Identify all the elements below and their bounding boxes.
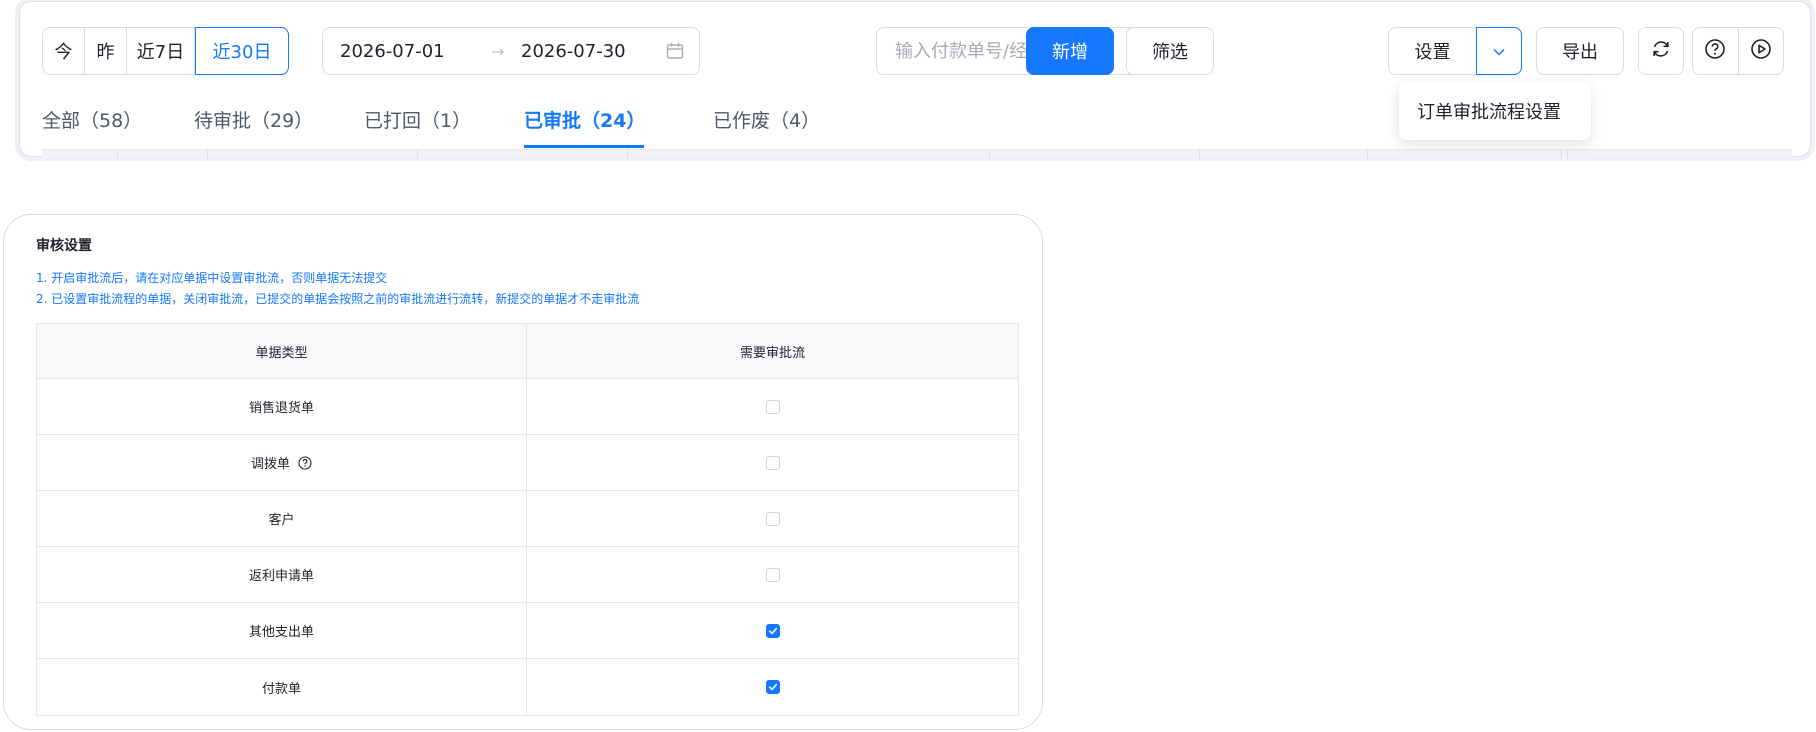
active-tab-indicator xyxy=(524,145,644,148)
settings-dropdown-menu: 订单审批流程设置 xyxy=(1399,82,1591,140)
approval-flow-table: 单据类型 需要审批流 销售退货单 调拨单 客户 返利申请单 其他支出单 付款单 xyxy=(36,323,1019,716)
doc-type-cell-wrap: 调拨单 xyxy=(37,435,527,490)
need-flow-checkbox[interactable] xyxy=(765,567,780,582)
date-end[interactable]: 2026-07-30 xyxy=(521,41,626,62)
doc-type-cell: 其他支出单 xyxy=(37,603,527,658)
doc-type-cell: 返利申请单 xyxy=(37,547,527,602)
col-doc-type-header: 单据类型 xyxy=(37,324,527,378)
doc-type-cell: 付款单 xyxy=(37,659,527,715)
help-video-group xyxy=(1692,27,1784,75)
quick-date-30days-button[interactable]: 近30日 xyxy=(195,27,289,75)
doc-type-cell: 调拨单 xyxy=(250,457,290,472)
audit-note-2: 2. 已设置审批流程的单据，关闭审批流，已提交的单据会按照之前的审批流进行流转，… xyxy=(36,292,640,306)
date-range-picker[interactable]: 2026-07-01 → 2026-07-30 xyxy=(322,27,700,75)
date-arrow-icon: → xyxy=(491,41,505,61)
table-row: 付款单 xyxy=(37,659,1018,715)
table-header-row: 单据类型 需要审批流 xyxy=(37,324,1018,379)
settings-dropdown-toggle[interactable] xyxy=(1476,27,1522,75)
need-flow-checkbox[interactable] xyxy=(765,511,780,526)
tab-pending[interactable]: 待审批（29） xyxy=(194,106,313,133)
toolbar-panel: 今 昨 近7日 近30日 2026-07-01 → 2026-07-30 输入付… xyxy=(19,1,1811,159)
refresh-button[interactable] xyxy=(1638,27,1684,75)
check-icon xyxy=(768,627,777,634)
need-flow-checkbox[interactable] xyxy=(765,399,780,414)
doc-type-cell: 客户 xyxy=(37,491,527,546)
play-circle-icon xyxy=(1750,38,1772,64)
need-flow-checkbox[interactable] xyxy=(765,680,780,694)
settings-button[interactable]: 设置 xyxy=(1388,27,1476,75)
table-row: 销售退货单 xyxy=(37,379,1018,435)
tab-approved[interactable]: 已审批（24） xyxy=(524,106,645,133)
new-button[interactable]: 新增 xyxy=(1026,27,1114,75)
table-row: 调拨单 xyxy=(37,435,1018,491)
audit-settings-title: 审核设置 xyxy=(36,238,92,254)
settings-split-button: 设置 xyxy=(1388,27,1522,75)
audit-settings-card: 审核设置 1. 开启审批流后，请在对应单据中设置审批流，否则单据无法提交 2. … xyxy=(3,214,1043,730)
calendar-icon[interactable] xyxy=(665,41,685,66)
doc-type-cell: 销售退货单 xyxy=(37,379,527,434)
question-circle-icon xyxy=(1704,38,1726,64)
filter-button[interactable]: 筛选 xyxy=(1126,27,1214,75)
quick-date-yesterday-button[interactable]: 昨 xyxy=(85,28,127,74)
audit-note-1: 1. 开启审批流后，请在对应单据中设置审批流，否则单据无法提交 xyxy=(36,271,388,285)
question-circle-icon[interactable] xyxy=(298,455,312,470)
tab-all[interactable]: 全部（58） xyxy=(42,106,142,133)
tab-voided[interactable]: 已作废（4） xyxy=(713,106,820,133)
quick-date-segment: 今 昨 近7日 近30日 xyxy=(42,27,289,75)
need-flow-checkbox[interactable] xyxy=(765,623,780,638)
table-header-strip xyxy=(42,149,1792,159)
check-icon xyxy=(768,683,777,691)
help-button[interactable] xyxy=(1693,28,1739,74)
table-row: 客户 xyxy=(37,491,1018,547)
refresh-icon xyxy=(1650,38,1672,64)
chevron-down-icon xyxy=(1492,42,1506,61)
table-row: 返利申请单 xyxy=(37,547,1018,603)
need-flow-checkbox[interactable] xyxy=(765,455,780,470)
tab-rejected[interactable]: 已打回（1） xyxy=(364,106,471,133)
order-approval-flow-settings-item[interactable]: 订单审批流程设置 xyxy=(1417,98,1561,124)
table-row: 其他支出单 xyxy=(37,603,1018,659)
export-button[interactable]: 导出 xyxy=(1536,27,1624,75)
col-need-flow-header: 需要审批流 xyxy=(739,345,805,361)
quick-date-7days-button[interactable]: 近7日 xyxy=(127,28,195,74)
date-start[interactable]: 2026-07-01 xyxy=(340,41,445,62)
quick-date-today-button[interactable]: 今 xyxy=(43,28,85,74)
play-video-button[interactable] xyxy=(1739,28,1784,74)
